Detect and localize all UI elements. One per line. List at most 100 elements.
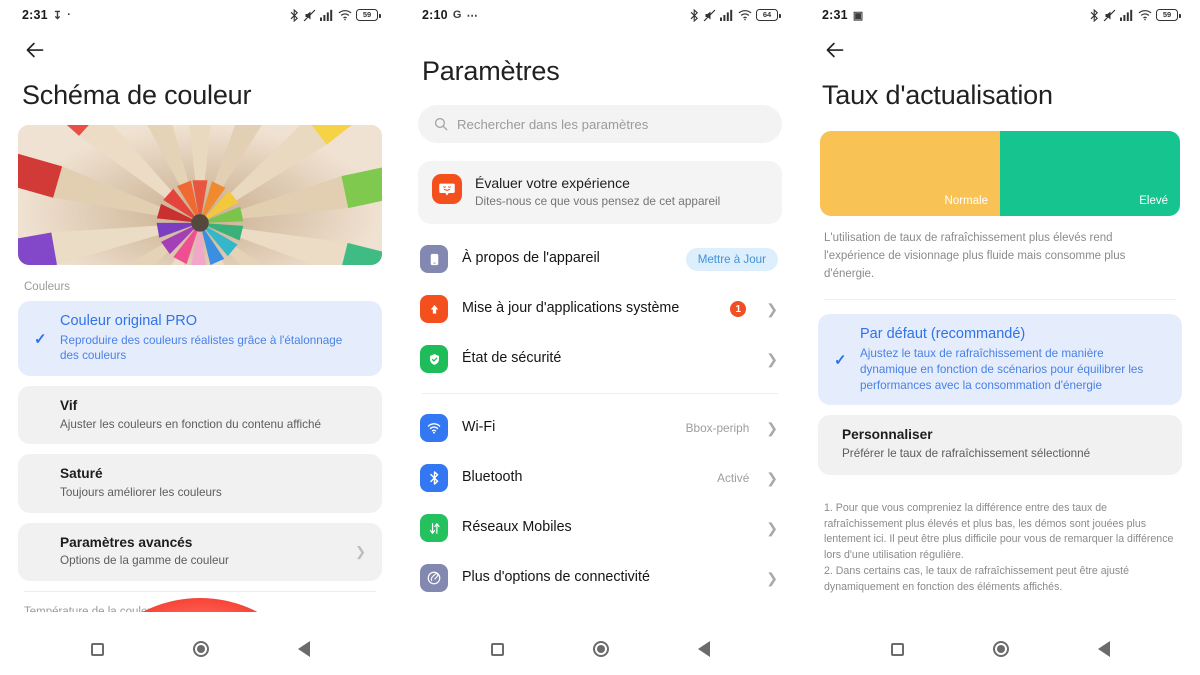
settings-row-system-app-update[interactable]: Mise à jour d'applications système 1 ❯ (400, 284, 800, 334)
battery-level: 59 (1162, 10, 1172, 20)
check-icon: ✓ (34, 330, 47, 348)
status-bar: 2:31 ↧ · 59 (0, 0, 400, 30)
home-button[interactable] (192, 641, 209, 657)
row-label: Plus d'options de connectivité (462, 569, 650, 586)
chevron-right-icon: ❯ (766, 419, 778, 436)
three-phone-screenshots: 2:31 ↧ · 59 Schéma de couleur Couleurs ✓… (0, 0, 1200, 675)
row-label: Mise à jour d'applications système (462, 300, 680, 317)
settings-row-bluetooth[interactable]: Bluetooth Activé ❯ (400, 453, 800, 503)
section-label-colors: Couleurs (24, 281, 71, 293)
settings-row-mobile-networks[interactable]: Réseaux Mobiles ❯ (400, 503, 800, 553)
option-title: Saturé (60, 466, 103, 482)
option-title: Personnaliser (842, 427, 933, 443)
option-parametres-avances[interactable]: Paramètres avancés Options de la gamme d… (18, 522, 382, 581)
wifi-status-icon (1138, 10, 1152, 21)
demo-segment-normal[interactable]: Normale (820, 131, 1000, 216)
page-title: Taux d'actualisation (822, 80, 1053, 110)
option-subtitle: Toujours améliorer les couleurs (60, 485, 222, 499)
demo-label-high: Elevé (1139, 195, 1168, 207)
home-button[interactable] (992, 641, 1009, 657)
option-couleur-original-pro[interactable]: ✓ Couleur original PRO Reproduire des co… (18, 301, 382, 377)
screen-settings: 2:10 G ⋯ 64 Paramètres Rechercher dans l… (400, 0, 800, 675)
option-personnaliser[interactable]: Personnaliser Préférer le taux de rafraî… (818, 415, 1182, 475)
download-icon: ↧ (52, 9, 63, 22)
option-par-defaut[interactable]: ✓ Par défaut (recommandé) Ajustez le tau… (818, 314, 1182, 406)
colored-pencils-radial-image (18, 125, 382, 265)
option-subtitle: Ajustez le taux de rafraîchissement de m… (860, 347, 1144, 392)
recent-apps-button[interactable] (490, 642, 504, 656)
bluetooth-icon (420, 464, 448, 493)
back-bar (0, 30, 400, 70)
feedback-card[interactable]: Évaluer votre expérience Dites-nous ce q… (418, 161, 782, 225)
status-bar-left: 2:10 G ⋯ (422, 8, 478, 22)
chevron-right-icon: ❯ (766, 300, 778, 317)
back-arrow-icon[interactable] (22, 37, 48, 63)
status-bar-right: 59 (1090, 8, 1181, 22)
bluetooth-status-icon (290, 8, 299, 22)
feedback-smiley-icon (432, 174, 462, 204)
option-subtitle: Ajuster les couleurs en fonction du cont… (60, 417, 321, 431)
recent-apps-button[interactable] (890, 642, 904, 656)
mobile-network-icon (420, 514, 448, 543)
recent-apps-button[interactable] (90, 642, 104, 656)
page-title: Paramètres (422, 56, 560, 86)
battery-level: 64 (762, 10, 772, 20)
wifi-status-icon (738, 10, 752, 21)
chevron-right-icon: ❯ (355, 543, 366, 559)
back-button[interactable] (697, 641, 710, 657)
status-clock: 2:31 (22, 8, 48, 22)
connectivity-icon (420, 564, 448, 593)
refresh-rate-demo-bar[interactable]: Normale Elevé (820, 131, 1180, 216)
option-title: Par défaut (recommandé) (860, 326, 1026, 343)
update-pill-button[interactable]: Mettre à Jour (685, 247, 778, 271)
settings-row-wifi[interactable]: Wi-Fi Bbox-periph ❯ (400, 403, 800, 453)
back-arrow-icon[interactable] (822, 37, 848, 63)
color-scheme-preview-image (18, 125, 382, 265)
option-subtitle: Préférer le taux de rafraîchissement sél… (842, 446, 1091, 460)
chevron-right-icon: ❯ (766, 469, 778, 486)
option-subtitle: Reproduire des couleurs réalistes grâce … (60, 333, 343, 363)
back-button[interactable] (297, 641, 310, 657)
navigation-bar (800, 623, 1200, 675)
wifi-icon (420, 414, 448, 443)
status-bar-right: 59 (290, 8, 381, 22)
screen-color-scheme: 2:31 ↧ · 59 Schéma de couleur Couleurs ✓… (0, 0, 400, 675)
option-sature[interactable]: Saturé Toujours améliorer les couleurs (18, 454, 382, 513)
divider (824, 299, 1176, 301)
back-bar (800, 30, 1200, 70)
search-bar[interactable]: Rechercher dans les paramètres (418, 105, 782, 143)
row-label: Bluetooth (462, 469, 523, 486)
refresh-rate-note: L'utilisation de taux de rafraîchissemen… (824, 232, 1126, 280)
update-arrow-icon (420, 295, 448, 324)
navigation-bar (400, 623, 800, 675)
check-icon: ✓ (834, 351, 847, 369)
back-button[interactable] (1097, 641, 1110, 657)
screen-refresh-rate: 2:31 ▣ 59 Taux d'actualisation Normale E… (800, 0, 1200, 675)
option-title: Paramètres avancés (60, 534, 193, 550)
option-vif[interactable]: Vif Ajuster les couleurs en fonction du … (18, 386, 382, 445)
search-input-placeholder[interactable]: Rechercher dans les paramètres (457, 117, 648, 132)
demo-segment-high[interactable]: Elevé (1000, 131, 1180, 216)
wifi-status-icon (338, 10, 352, 21)
status-clock: 2:31 (822, 8, 848, 22)
signal-bars-icon (720, 9, 733, 21)
battery-icon: 59 (356, 9, 381, 21)
option-title: Couleur original PRO (60, 313, 198, 329)
battery-icon: 64 (756, 9, 781, 21)
settings-row-about-device[interactable]: À propos de l'appareil Mettre à Jour (400, 234, 800, 284)
home-button[interactable] (592, 641, 609, 657)
mute-vibrate-icon (303, 9, 316, 21)
save-icon: ▣ (852, 9, 864, 22)
row-value: Activé (717, 471, 750, 486)
settings-row-security-status[interactable]: État de sécurité ❯ (400, 334, 800, 384)
row-label: État de sécurité (462, 350, 562, 367)
battery-icon: 59 (1156, 9, 1181, 21)
settings-row-more-connectivity[interactable]: Plus d'options de connectivité ❯ (400, 553, 800, 603)
option-title: Vif (60, 398, 78, 414)
battery-level: 59 (362, 10, 372, 20)
row-label: Wi-Fi (462, 419, 496, 436)
signal-bars-icon (1120, 9, 1133, 21)
chevron-right-icon: ❯ (766, 569, 778, 586)
status-bar-left: 2:31 ↧ · (22, 8, 71, 22)
status-bar-left: 2:31 ▣ (822, 8, 863, 22)
